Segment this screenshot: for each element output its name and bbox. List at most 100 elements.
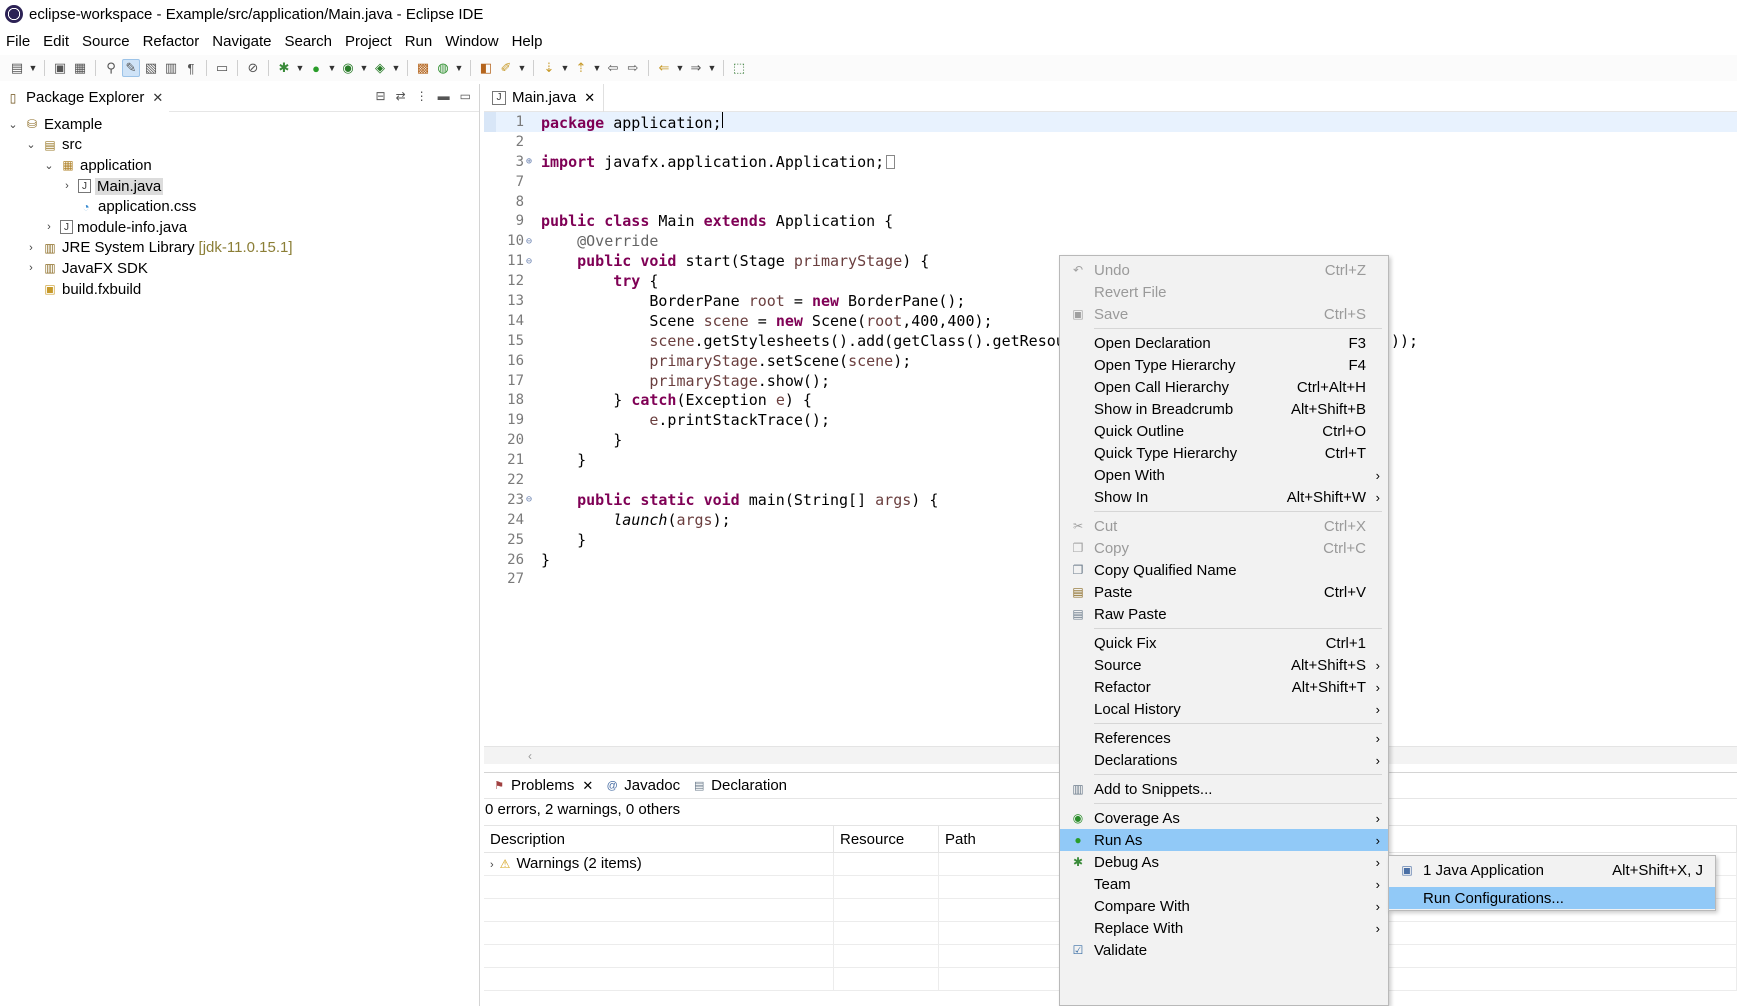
forward-edit-icon[interactable]: ⇨ xyxy=(624,59,642,77)
menu-source[interactable]: Source xyxy=(76,33,136,50)
expand-fold-icon[interactable]: ⊕ xyxy=(526,156,536,167)
skip-breakpoints-icon[interactable]: ⊘ xyxy=(244,59,262,77)
tab-problems[interactable]: ⚑ Problems ✕ xyxy=(486,773,599,799)
forward-dropdown-icon[interactable]: ▼ xyxy=(707,59,717,77)
submenu-item-run-configurations[interactable]: Run Configurations... xyxy=(1389,887,1715,909)
external-tools-icon[interactable]: ◈ xyxy=(371,59,389,77)
folded-imports-icon[interactable] xyxy=(886,155,896,170)
previous-annotation-dropdown-icon[interactable]: ▼ xyxy=(592,59,602,77)
code-line[interactable]: 2 xyxy=(484,132,1737,152)
tab-package-explorer[interactable]: ▯ Package Explorer ✕ xyxy=(0,83,170,112)
menu-edit[interactable]: Edit xyxy=(37,33,75,50)
collapse-fold-icon[interactable]: ⊖ xyxy=(526,494,536,505)
show-whitespace-icon[interactable]: ¶ xyxy=(182,59,200,77)
search-icon[interactable]: ✐ xyxy=(497,59,515,77)
menu-item-compare-with[interactable]: Compare With › xyxy=(1060,895,1388,917)
menu-item-revert-file[interactable]: Revert File xyxy=(1060,281,1388,303)
tree-item[interactable]: ◔ application.css xyxy=(0,196,479,217)
chevron-right-icon[interactable]: › xyxy=(24,262,38,274)
coverage-icon[interactable]: ◉ xyxy=(339,59,357,77)
menu-window[interactable]: Window xyxy=(439,33,504,50)
pin-editor-icon[interactable]: ⬚ xyxy=(730,59,748,77)
menu-help[interactable]: Help xyxy=(506,33,549,50)
menu-item-coverage-as[interactable]: ◉ Coverage As › xyxy=(1060,807,1388,829)
next-annotation-icon[interactable]: ⇣ xyxy=(540,59,558,77)
tree-item[interactable]: ⌄ ▤ src xyxy=(0,135,479,156)
chevron-down-icon[interactable]: ⌄ xyxy=(6,118,20,131)
code-line[interactable]: 7 xyxy=(484,172,1737,192)
chevron-right-icon[interactable]: › xyxy=(60,180,74,192)
new-dropdown-icon[interactable]: ▼ xyxy=(28,59,38,77)
next-annotation-dropdown-icon[interactable]: ▼ xyxy=(560,59,570,77)
chevron-right-icon[interactable]: › xyxy=(24,242,38,254)
new-java-project-icon[interactable]: ▩ xyxy=(414,59,432,77)
run-icon[interactable]: ● xyxy=(307,59,325,77)
back-dropdown-icon[interactable]: ▼ xyxy=(675,59,685,77)
tree-item[interactable]: › ▥ JRE System Library [jdk-11.0.15.1] xyxy=(0,238,479,259)
toggle-block-selection-icon[interactable]: ▧ xyxy=(142,59,160,77)
code-line[interactable]: 8 xyxy=(484,192,1737,212)
toggle-word-wrap-icon[interactable]: ▥ xyxy=(162,59,180,77)
tree-item[interactable]: ⌄ ▦ application xyxy=(0,155,479,176)
scroll-left-icon[interactable]: ‹ xyxy=(528,749,532,763)
menu-item-quick-type-hierarchy[interactable]: Quick Type Hierarchy Ctrl+T xyxy=(1060,442,1388,464)
forward-icon[interactable]: ⇒ xyxy=(687,59,705,77)
collapse-fold-icon[interactable]: ⊖ xyxy=(526,256,536,267)
collapse-fold-icon[interactable]: ⊖ xyxy=(526,236,536,247)
code-line[interactable]: 10 ⊖ @Override xyxy=(484,231,1737,251)
menu-item-team[interactable]: Team › xyxy=(1060,873,1388,895)
new-icon[interactable]: ▤ xyxy=(8,59,26,77)
menu-item-open-with[interactable]: Open With › xyxy=(1060,464,1388,486)
tab-javadoc[interactable]: @ Javadoc xyxy=(599,773,686,799)
tree-item[interactable]: › J Main.java xyxy=(0,176,479,197)
collapse-all-icon[interactable]: ⊟ xyxy=(376,89,386,103)
code-line[interactable]: 9 public class Main extends Application { xyxy=(484,211,1737,231)
open-task-icon[interactable]: ◧ xyxy=(477,59,495,77)
menu-project[interactable]: Project xyxy=(339,33,398,50)
menu-item-replace-with[interactable]: Replace With › xyxy=(1060,917,1388,939)
menu-item-add-to-snippets[interactable]: ▥ Add to Snippets... xyxy=(1060,778,1388,800)
previous-annotation-icon[interactable]: ⇡ xyxy=(572,59,590,77)
close-icon[interactable]: ✕ xyxy=(584,90,595,106)
menu-item-references[interactable]: References › xyxy=(1060,727,1388,749)
menu-item-show-in[interactable]: Show In Alt+Shift+W › xyxy=(1060,486,1388,508)
tab-main-java[interactable]: J Main.java ✕ xyxy=(484,83,605,112)
menu-item-quick-fix[interactable]: Quick Fix Ctrl+1 xyxy=(1060,632,1388,654)
close-icon[interactable]: ✕ xyxy=(152,90,163,106)
menu-item-copy-qualified-name[interactable]: ❐ Copy Qualified Name xyxy=(1060,559,1388,581)
terminal-icon[interactable]: ▭ xyxy=(213,59,231,77)
menu-item-open-type-hierarchy[interactable]: Open Type Hierarchy F4 xyxy=(1060,354,1388,376)
menu-item-local-history[interactable]: Local History › xyxy=(1060,698,1388,720)
debug-dropdown-icon[interactable]: ▼ xyxy=(295,59,305,77)
last-edit-location-icon[interactable]: ⇦ xyxy=(604,59,622,77)
menu-item-run-as[interactable]: ● Run As › xyxy=(1060,829,1388,851)
chevron-right-icon[interactable]: › xyxy=(42,221,56,233)
link-with-editor-icon[interactable]: ⇄ xyxy=(396,89,406,103)
menu-file[interactable]: File xyxy=(0,33,36,50)
menu-navigate[interactable]: Navigate xyxy=(206,33,277,50)
chevron-down-icon[interactable]: ⌄ xyxy=(24,138,38,151)
menu-item-undo[interactable]: ↶ Undo Ctrl+Z xyxy=(1060,259,1388,281)
close-icon[interactable]: ✕ xyxy=(582,778,593,794)
menu-item-quick-outline[interactable]: Quick Outline Ctrl+O xyxy=(1060,420,1388,442)
coverage-dropdown-icon[interactable]: ▼ xyxy=(359,59,369,77)
column-description[interactable]: Description xyxy=(484,826,834,852)
new-java-class-icon[interactable]: ◍ xyxy=(434,59,452,77)
tree-item[interactable]: ⌄ ⛁ Example xyxy=(0,114,479,135)
search-dropdown-icon[interactable]: ▼ xyxy=(517,59,527,77)
menu-item-source[interactable]: Source Alt+Shift+S › xyxy=(1060,654,1388,676)
save-icon[interactable]: ▣ xyxy=(51,59,69,77)
tree-item[interactable]: › ▥ JavaFX SDK xyxy=(0,258,479,279)
back-icon[interactable]: ⇐ xyxy=(655,59,673,77)
external-tools-dropdown-icon[interactable]: ▼ xyxy=(391,59,401,77)
menu-item-save[interactable]: ▣ Save Ctrl+S xyxy=(1060,303,1388,325)
submenu-item-1-java-application[interactable]: ▣ 1 Java Application Alt+Shift+X, J xyxy=(1389,859,1715,881)
menu-item-debug-as[interactable]: ✱ Debug As › xyxy=(1060,851,1388,873)
tab-declaration[interactable]: ▤ Declaration xyxy=(686,773,793,799)
menu-item-refactor[interactable]: Refactor Alt+Shift+T › xyxy=(1060,676,1388,698)
menu-refactor[interactable]: Refactor xyxy=(137,33,206,50)
run-dropdown-icon[interactable]: ▼ xyxy=(327,59,337,77)
menu-item-show-in-breadcrumb[interactable]: Show in Breadcrumb Alt+Shift+B xyxy=(1060,398,1388,420)
code-line[interactable]: 3 ⊕ import javafx.application.Application; xyxy=(484,152,1737,172)
mark-occurrences-icon[interactable]: ✎ xyxy=(122,59,140,77)
